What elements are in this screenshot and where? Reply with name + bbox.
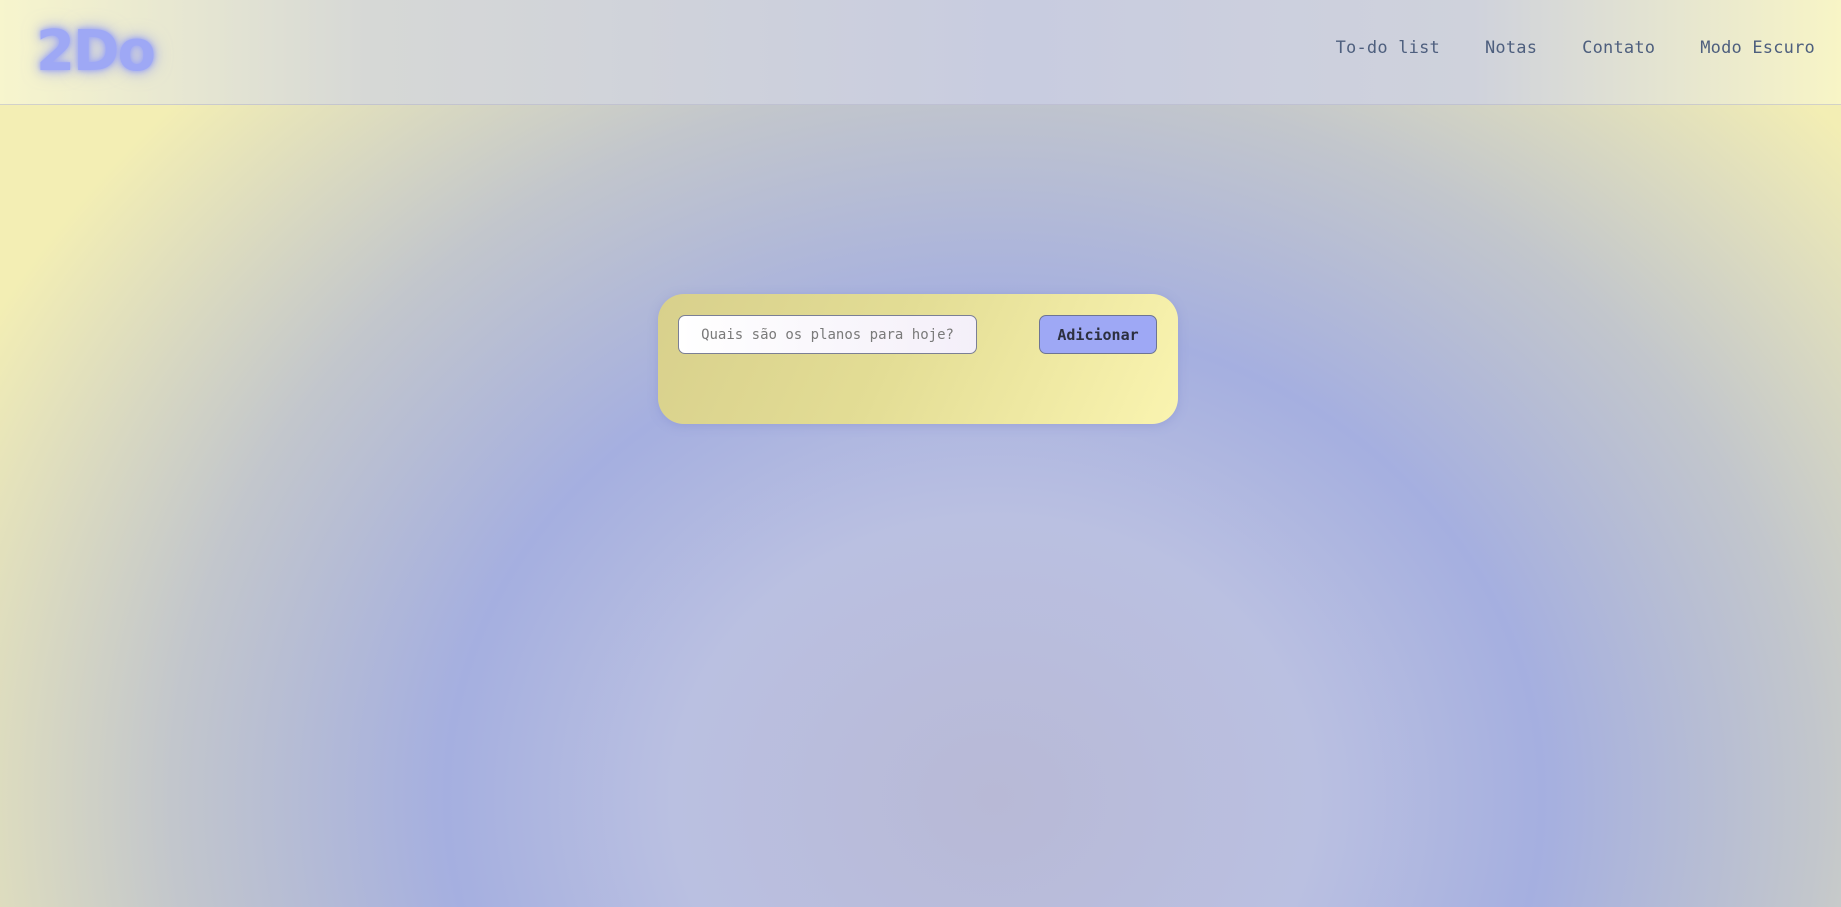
nav-link-notas[interactable]: Notas [1485, 38, 1537, 58]
nav-link-todo-list[interactable]: To-do list [1336, 38, 1440, 58]
logo[interactable]: 2Do [36, 22, 156, 82]
add-task-button[interactable]: Adicionar [1039, 315, 1157, 354]
site-header: 2Do To-do list Notas Contato Modo Escuro [0, 0, 1841, 105]
nav-link-contato[interactable]: Contato [1582, 38, 1655, 58]
todo-card: Adicionar [658, 294, 1178, 424]
task-input[interactable] [678, 315, 977, 354]
main-nav: To-do list Notas Contato Modo Escuro [1336, 38, 1815, 58]
nav-link-modo-escuro[interactable]: Modo Escuro [1700, 38, 1815, 58]
